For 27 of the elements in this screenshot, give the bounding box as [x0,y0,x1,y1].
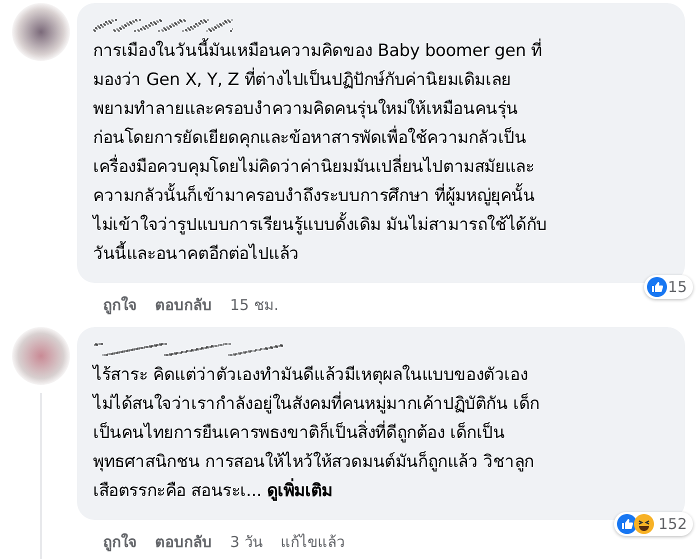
comment-meta: แก้ไขแล้ว [280,532,344,553]
comment-text: ไร้สาระ คิดแต่ว่าตัวเองทำมันดีแล้วมีเหตุผลในแบบของตัวเอง [93,364,529,387]
reaction-count: 15 [668,278,687,296]
thumbs-up-icon [646,277,667,297]
comment-meta: 3 วัน [230,532,262,553]
comment-text: ไม่เข้าใจว่ารูปแบบการเรียนรู้แบบดั้งเดิม มันไม่สามารถใช้ได้กับ [93,211,669,240]
comment-text: พยามทำลายและครอบงำความคิดคนรุ่นใหม่ให้เหมือนคนรุ่น [93,98,520,121]
action-link[interactable]: ตอบกลับ [155,530,212,559]
laughing-face-icon [634,514,654,534]
comment-text: เป็นคนไทยการยืนเคารพธงขาติก็เป็นสิ่งที่ดีถูกต้อง เด็กเป็น [93,419,669,448]
comment-text: วันนี้และอนาคตอีกต่อไปแล้ว [93,240,669,269]
thumbs-up-icon [617,514,638,534]
comment-text: การเมืองในวันนี้มันเหมือนความคิดของ Baby boomer gen ที่ [93,37,669,66]
reaction-badge[interactable]: 152 [614,512,693,536]
comment-text: ก่อนโดยการยัดเยียดคุกและข้อหาสารพัดเพื่อใช้ความกลัวเป็น [93,124,669,153]
comment-meta: 15 ชม. [230,295,279,316]
comment-text: พุทธศาสนิกชน การสอนให้ไหว้ให้สวดมนต์มันก็ถูกแล้ว วิชาลูก [93,450,536,474]
comment-text: ความกลัวนั้นก็เข้ามาครอบงำถึงระบบการศึกษา ที่ผู้มหญู่ยุคนั้น [93,182,669,211]
action-link[interactable]: ถูกใจ [103,293,137,323]
action-link[interactable]: ตอบกลับ [155,293,212,323]
comment-text: เสือตรรกะคือ สอนระเ... ดูเพิ่มเติม [93,477,669,506]
reaction-badge[interactable]: 15 [644,275,693,299]
action-link[interactable]: ถูกใจ [103,530,137,559]
comment-text: มองว่า Gen X, Y, Z ที่ต่างไปเป็นปฏิปักษ์กับค่านิยมเดิมเลย [93,66,669,95]
comment-text: ไม่ได้สนใจว่าเรากำลังอยู่ในสังคมที่คนหมู่มากเค้าปฏิบัติกัน เด็ก [93,390,669,419]
reaction-count: 152 [658,515,687,533]
comment-text: เครื่องมือควบคุมโดยไม่คิดว่าค่านิยมมันเปลี่ยนไปตามสมัยและ [93,153,669,182]
